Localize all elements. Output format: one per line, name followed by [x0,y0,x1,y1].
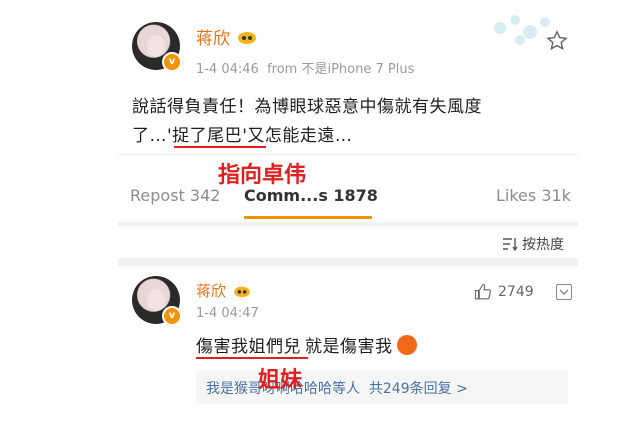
sort-icon [503,238,518,251]
post-text-line1: 說話得負責任！為博眼球惡意中傷就有失風度 [132,97,482,117]
comment-like-button[interactable]: 2749 [474,283,534,301]
comment-annotation-label: 姐妹 [258,368,303,393]
section-divider-2 [118,258,578,266]
avatar[interactable]: v [132,22,182,72]
comment-more-button[interactable] [556,284,572,300]
replies-box[interactable]: 我是猴哥呀啊哈哈哈等人 共249条回复 > [196,370,568,404]
vip-crown-icon [234,286,250,297]
comment-highlight-underline [196,357,308,359]
post-text-line2: 了…'捉了尾巴'又怎能走遠… [132,126,353,146]
angry-face-icon [396,334,417,355]
comment-highlighted-phrase: 傷害我姐們兒 [196,337,301,357]
favorite-star-icon[interactable] [546,30,568,52]
comment-time: 1-4 04:47 [196,306,259,321]
active-tab-indicator [244,216,372,219]
comment-author-name[interactable]: 蒋欣 [196,280,226,301]
replies-link[interactable]: 我是猴哥呀啊哈哈哈等人 共249条回复 > [206,378,468,398]
tab-likes[interactable]: Likes 31k [496,186,571,205]
thumbs-up-icon [474,283,491,300]
post-meta: 1-4 04:46 from 不是iPhone 7 Plus [196,62,415,77]
verified-badge-icon: v [162,306,182,326]
highlighted-phrase: 捉了尾巴 [172,126,243,146]
section-divider [118,222,578,226]
author-name[interactable]: 蒋欣 [196,24,230,49]
verified-badge-icon: v [162,52,182,72]
tab-comments[interactable]: Comm...s 1878 [244,186,378,205]
highlight-underline [174,146,266,148]
chevron-down-icon [559,289,569,295]
comment-text: 傷害我姐們兒 就是傷害我 [196,332,417,357]
divider [118,154,578,155]
sort-button[interactable]: 按热度 [502,234,564,254]
vip-crown-icon [238,31,256,44]
tab-repost[interactable]: Repost 342 [130,186,220,205]
comment-avatar[interactable]: v [132,276,182,326]
annotation-label: 指向卓伟 [218,163,307,188]
